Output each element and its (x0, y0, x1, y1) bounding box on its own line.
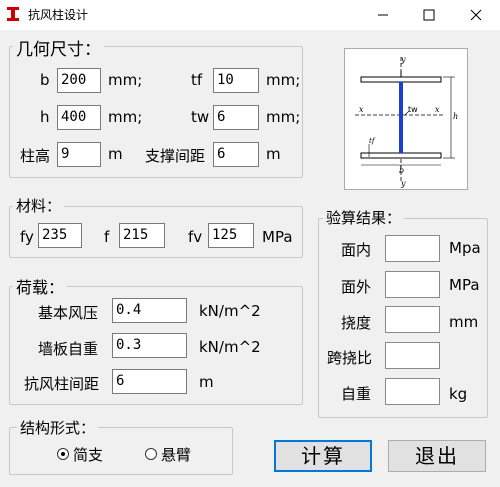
brace-spacing-label: 支撑间距 (145, 147, 206, 165)
fv-label: fv (188, 228, 203, 246)
material-unit: MPa (262, 228, 293, 246)
deflection-label: 挠度 (341, 314, 372, 332)
h-label: h (40, 108, 50, 126)
tf-label: tf (191, 71, 203, 89)
f-label: f (104, 228, 110, 246)
col-height-unit: m (108, 145, 123, 163)
minimize-icon (378, 14, 388, 16)
col-height-label: 柱高 (20, 147, 51, 165)
col-spacing-input[interactable]: 6 (112, 369, 187, 394)
material-legend: 材料： (13, 195, 65, 216)
tw-unit: mm; (266, 108, 301, 126)
close-button[interactable] (452, 0, 500, 30)
simply-supported-label[interactable]: 简支 (73, 444, 103, 465)
col-spacing-label: 抗风柱间距 (24, 375, 100, 393)
diagram-y-top: y (400, 55, 406, 64)
exit-button[interactable]: 退出 (388, 440, 486, 472)
wind-pressure-input[interactable]: 0.4 (112, 298, 187, 323)
self-weight-label: 自重 (341, 385, 372, 403)
title-bar[interactable]: 抗风柱设计 (0, 0, 500, 30)
deflection-output[interactable] (385, 306, 440, 333)
diagram-tw: tw (408, 105, 418, 114)
maximize-icon (423, 9, 435, 21)
f-input[interactable]: 215 (119, 223, 165, 248)
in-plane-unit: Mpa (449, 239, 481, 257)
geometry-legend: 几何尺寸： (13, 35, 104, 60)
diagram-y-bottom: y (400, 179, 406, 188)
structure-legend: 结构形式： (17, 417, 99, 438)
brace-spacing-input[interactable]: 6 (213, 142, 259, 167)
window-title: 抗风柱设计 (28, 8, 89, 22)
b-unit: mm; (108, 71, 143, 89)
in-plane-output[interactable] (385, 235, 440, 262)
diagram-h: h (453, 112, 458, 121)
cantilever-radio[interactable] (145, 448, 157, 460)
maximize-button[interactable] (406, 0, 452, 30)
b-label: b (40, 71, 50, 89)
b-input[interactable]: 200 (57, 68, 101, 93)
diagram-x-right: x (435, 105, 440, 114)
fy-input[interactable]: 235 (38, 223, 82, 248)
diagram-tf: tf (369, 137, 376, 145)
diagram-b: b (399, 166, 404, 175)
fv-input[interactable]: 125 (208, 223, 254, 248)
minimize-button[interactable] (360, 0, 406, 30)
fy-label: fy (20, 228, 34, 246)
h-unit: mm; (108, 108, 143, 126)
in-plane-label: 面内 (341, 241, 372, 259)
tw-label: tw (191, 108, 210, 126)
out-plane-output[interactable] (385, 271, 440, 298)
wind-pressure-label: 基本风压 (38, 304, 99, 322)
span-ratio-output[interactable] (385, 342, 440, 369)
i-section-diagram: y y x x tw tf h b (344, 48, 468, 190)
self-weight-unit: kg (449, 385, 468, 403)
simply-supported-radio[interactable] (57, 448, 69, 460)
self-weight-output[interactable] (385, 378, 440, 405)
tw-input[interactable]: 6 (213, 105, 259, 130)
results-legend: 验算结果： (323, 207, 405, 228)
close-icon (470, 9, 482, 21)
wall-weight-unit: kN/m^2 (199, 338, 261, 356)
deflection-unit: mm (449, 313, 479, 331)
wall-weight-input[interactable]: 0.3 (112, 333, 187, 358)
app-icon (7, 7, 19, 21)
out-plane-unit: MPa (449, 276, 480, 294)
wind-pressure-unit: kN/m^2 (199, 302, 261, 320)
col-height-input[interactable]: 9 (57, 142, 101, 167)
diagram-x-left: x (359, 105, 364, 114)
tf-input[interactable]: 10 (213, 68, 259, 93)
brace-spacing-unit: m (266, 145, 281, 163)
tf-unit: mm; (266, 71, 301, 89)
wall-weight-label: 墙板自重 (38, 340, 99, 358)
out-plane-label: 面外 (341, 278, 372, 296)
col-spacing-unit: m (199, 373, 214, 391)
loads-legend: 荷载： (13, 274, 68, 298)
calculate-button[interactable]: 计算 (274, 440, 372, 472)
h-input[interactable]: 400 (57, 105, 101, 130)
cantilever-label[interactable]: 悬臂 (161, 444, 191, 465)
span-ratio-label: 跨挠比 (327, 349, 373, 367)
i-section-drawing: y y x x tw tf h b (355, 55, 458, 188)
